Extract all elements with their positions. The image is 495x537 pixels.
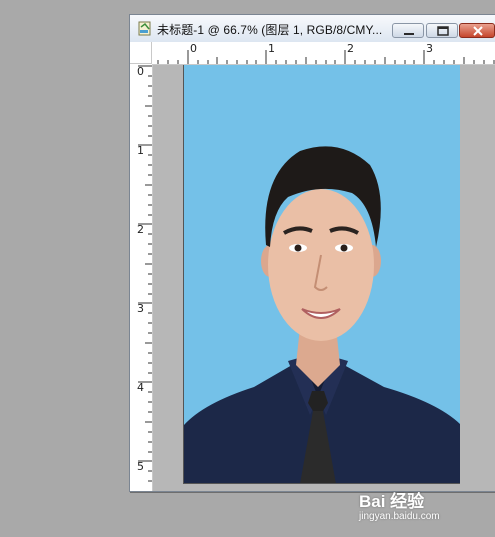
ruler-left-label: 3: [137, 302, 144, 315]
minimize-button[interactable]: [392, 23, 424, 38]
document-window[interactable]: 未标题-1 @ 66.7% (图层 1, RGB/8/CMY... 0 1 2 …: [129, 14, 495, 492]
horizontal-ruler[interactable]: 0 1 2 3: [130, 42, 495, 65]
document-icon: [138, 20, 152, 36]
baidu-jingyan-watermark: Bai 经验 jingyan.baidu.com: [353, 487, 473, 527]
minimize-icon: [404, 33, 414, 35]
ruler-origin[interactable]: [130, 42, 152, 64]
ruler-left-label: 5: [137, 460, 144, 473]
ruler-left-label: 0: [137, 65, 144, 78]
restore-button[interactable]: [426, 23, 458, 38]
watermark-brand: Bai 经验: [359, 492, 425, 511]
horizontal-ruler-ticks: [157, 50, 495, 64]
portrait-photo[interactable]: [183, 65, 460, 484]
close-icon: [473, 26, 483, 36]
document-title: 未标题-1 @ 66.7% (图层 1, RGB/8/CMY...: [157, 23, 383, 37]
portrait-illustration: [184, 146, 460, 483]
ruler-top-label: 2: [347, 42, 354, 55]
canvas-area[interactable]: [153, 65, 495, 491]
ruler-top-label: 3: [426, 42, 433, 55]
ruler-top-label: 0: [190, 42, 197, 55]
ruler-left-label: 4: [137, 381, 144, 394]
ruler-top-label: 1: [268, 42, 275, 55]
watermark-url: jingyan.baidu.com: [359, 511, 440, 522]
title-bar[interactable]: 未标题-1 @ 66.7% (图层 1, RGB/8/CMY...: [130, 15, 495, 43]
restore-icon: [437, 26, 449, 36]
vertical-ruler-ticks: [138, 65, 152, 482]
vertical-ruler[interactable]: 0 1 2 3 4 5: [130, 64, 153, 491]
ruler-left-label: 2: [137, 223, 144, 236]
close-button[interactable]: [459, 23, 495, 38]
ruler-left-label: 1: [137, 144, 144, 157]
